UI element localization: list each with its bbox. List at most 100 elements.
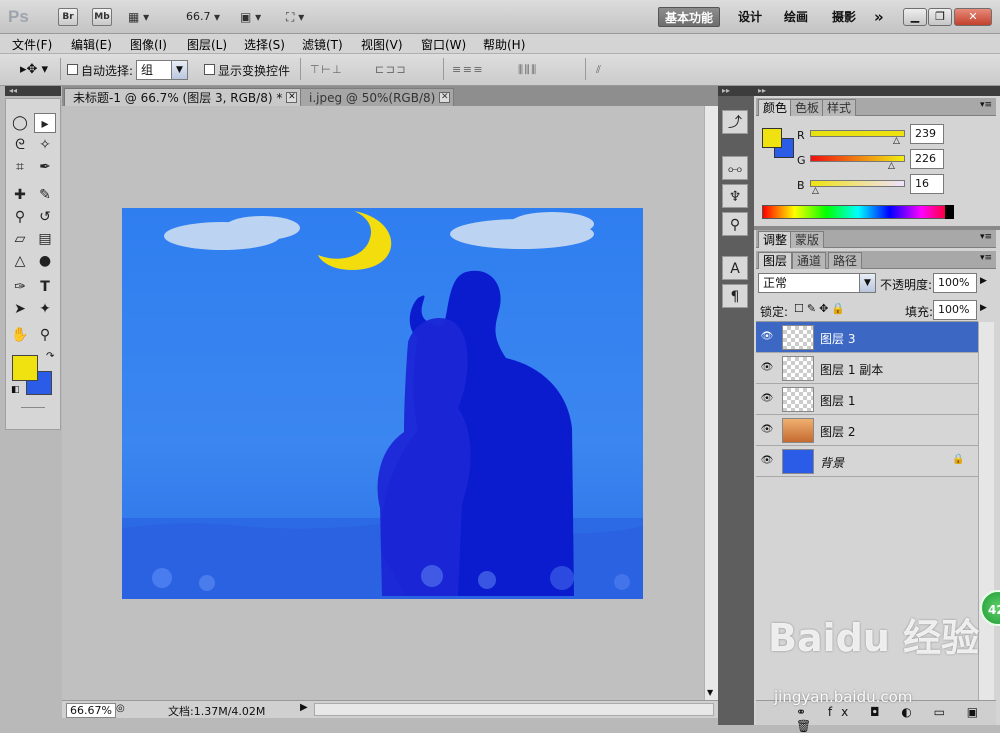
character-panel-icon[interactable]: A (722, 256, 748, 280)
layer-row[interactable]: 👁 图层 1 副本 (756, 353, 978, 384)
menu-image[interactable]: 图像(I) (130, 36, 167, 53)
opacity-field[interactable]: 100% (933, 273, 977, 293)
quick-mask-icon[interactable] (21, 407, 45, 408)
right-collapse-strip[interactable]: ▸▸ (754, 86, 1000, 96)
layer-name[interactable]: 图层 3 (820, 330, 855, 347)
quick-selection-icon[interactable]: ✧ (34, 135, 56, 155)
distribute-horizontal-icon[interactable]: ⫼ ⫼ ⫼ (518, 63, 536, 77)
fill-arrow-icon[interactable]: ▶ (980, 303, 987, 313)
tab-color[interactable]: 颜色 (758, 99, 793, 116)
layer-row[interactable]: 👁 图层 3 (756, 322, 978, 353)
clone-source-icon[interactable]: ♆ (722, 184, 748, 208)
eye-icon[interactable]: 👁 (760, 423, 774, 437)
auto-select-dropdown[interactable]: 组 ▼ (136, 60, 188, 80)
zoom-level[interactable]: 66.7 (186, 10, 211, 23)
workspace-design[interactable]: 设计 (732, 7, 768, 27)
g-slider-handle[interactable]: △ (888, 161, 895, 171)
close-icon[interactable]: ✕ (439, 92, 451, 103)
auto-align-icon[interactable]: ⫽ (596, 63, 601, 77)
tab-layers[interactable]: 图层 (758, 252, 793, 269)
mini-bridge-button[interactable]: Mb (92, 8, 112, 26)
menu-file[interactable]: 文件(F) (12, 36, 52, 53)
menu-help[interactable]: 帮助(H) (483, 36, 525, 53)
blend-mode-dropdown[interactable]: 正常 ▼ (758, 273, 876, 293)
scroll-down-icon[interactable]: ▼ (707, 688, 713, 697)
status-zoom[interactable]: 66.67% (66, 703, 116, 718)
close-icon[interactable]: ✕ (954, 8, 992, 26)
document-canvas[interactable] (122, 208, 643, 599)
color-spectrum-bar[interactable] (762, 205, 954, 219)
layer-name[interactable]: 图层 1 副本 (820, 361, 883, 378)
panel-menu-icon[interactable]: ▾≡ (980, 253, 992, 263)
foreground-color-swatch[interactable] (12, 355, 38, 381)
status-arrow-icon[interactable]: ▶ (300, 702, 308, 713)
b-value[interactable]: 16 (910, 174, 944, 194)
workspace-photography[interactable]: 摄影 (826, 7, 862, 27)
color-panel-fg-swatch[interactable] (762, 128, 782, 148)
history-panel-icon[interactable]: ⤴ (722, 110, 748, 134)
r-slider[interactable] (810, 130, 905, 137)
layer-row[interactable]: 👁 背景 🔒 (756, 446, 978, 477)
blur-icon[interactable]: △ (9, 251, 31, 271)
more-workspaces-icon[interactable]: » (868, 7, 890, 27)
tab-channels[interactable]: 通道 (792, 252, 827, 269)
dock-collapse-strip[interactable]: ▸▸ (718, 86, 754, 96)
workspace-essentials[interactable]: 基本功能 (658, 7, 721, 27)
layer-name[interactable]: 背景 (820, 454, 844, 471)
tab-adjustments[interactable]: 调整 (758, 231, 793, 248)
layer-name[interactable]: 图层 2 (820, 423, 855, 440)
move-tool-preset-icon[interactable]: ▸✥ ▾ (20, 62, 48, 77)
view-extras-icon[interactable]: ▦ ▾ (128, 10, 149, 24)
panel-menu-icon[interactable]: ▾≡ (980, 100, 992, 110)
eye-icon[interactable]: 👁 (760, 330, 774, 344)
layer-actions-icons[interactable]: ⚭ fx ◘ ◐ ▭ ▣ 🗑 (796, 705, 996, 733)
brush-icon[interactable]: ✎ (34, 185, 56, 205)
layers-scrollbar[interactable] (978, 322, 994, 700)
b-slider[interactable] (810, 180, 905, 187)
show-transform-checkbox[interactable] (204, 64, 215, 75)
marquee-icon[interactable]: ◯ (9, 113, 31, 133)
tab-untitled-1[interactable]: 未标题-1 @ 66.7% (图层 3, RGB/8) * ✕ (64, 88, 302, 106)
bridge-button[interactable]: Br (58, 8, 78, 26)
tab-masks[interactable]: 蒙版 (790, 231, 825, 248)
paragraph-panel-icon[interactable]: ¶ (722, 284, 748, 308)
lasso-icon[interactable]: ᘓ (9, 135, 31, 155)
menu-window[interactable]: 窗口(W) (421, 36, 466, 53)
r-value[interactable]: 239 (910, 124, 944, 144)
tab-paths[interactable]: 路径 (828, 252, 863, 269)
eye-icon[interactable]: 👁 (760, 454, 774, 468)
clone-stamp-icon[interactable]: ⚲ (9, 207, 31, 227)
menu-edit[interactable]: 编辑(E) (71, 36, 112, 53)
status-info-icon[interactable]: ◎ (116, 703, 125, 714)
layer-name[interactable]: 图层 1 (820, 392, 855, 409)
swap-colors-icon[interactable]: ↷ (46, 351, 54, 362)
path-selection-icon[interactable]: ➤ (9, 299, 31, 319)
close-icon[interactable]: ✕ (286, 92, 298, 103)
align-buttons-icon[interactable]: ⊤ ⊢ ⊥ (310, 63, 342, 76)
fill-field[interactable]: 100% (933, 300, 977, 320)
minimize-icon[interactable]: ▁ (903, 8, 927, 26)
gradient-icon[interactable]: ▤ (34, 229, 56, 249)
eye-icon[interactable]: 👁 (760, 361, 774, 375)
move-tool-icon[interactable]: ▸ (34, 113, 56, 133)
auto-select-checkbox[interactable] (67, 64, 78, 75)
zoom-dropdown-icon[interactable]: ▾ (214, 10, 220, 24)
eye-icon[interactable]: 👁 (760, 392, 774, 406)
screen-mode-icon[interactable]: ⛶ ▾ (286, 10, 304, 25)
crop-icon[interactable]: ⌗ (9, 157, 31, 177)
arrange-documents-icon[interactable]: ▣ ▾ (240, 10, 261, 24)
tab-styles[interactable]: 样式 (822, 99, 857, 116)
tool-presets-icon[interactable]: ⚲ (722, 212, 748, 236)
brush-presets-icon[interactable]: ⧟ (722, 156, 748, 180)
spectrum-black[interactable] (945, 205, 954, 219)
tab-swatches[interactable]: 色板 (790, 99, 825, 116)
distribute-vertical-icon[interactable]: ≡ ≡ ≡ (452, 63, 483, 76)
zoom-icon[interactable]: ⚲ (34, 325, 56, 345)
panel-menu-icon[interactable]: ▾≡ (980, 232, 992, 242)
menu-select[interactable]: 选择(S) (244, 36, 285, 53)
opacity-arrow-icon[interactable]: ▶ (980, 276, 987, 286)
toolbox-collapse-strip[interactable]: ◂◂ (5, 86, 61, 96)
default-colors-icon[interactable]: ◧ (11, 385, 20, 395)
layer-row[interactable]: 👁 图层 1 (756, 384, 978, 415)
history-brush-icon[interactable]: ↺ (34, 207, 56, 227)
